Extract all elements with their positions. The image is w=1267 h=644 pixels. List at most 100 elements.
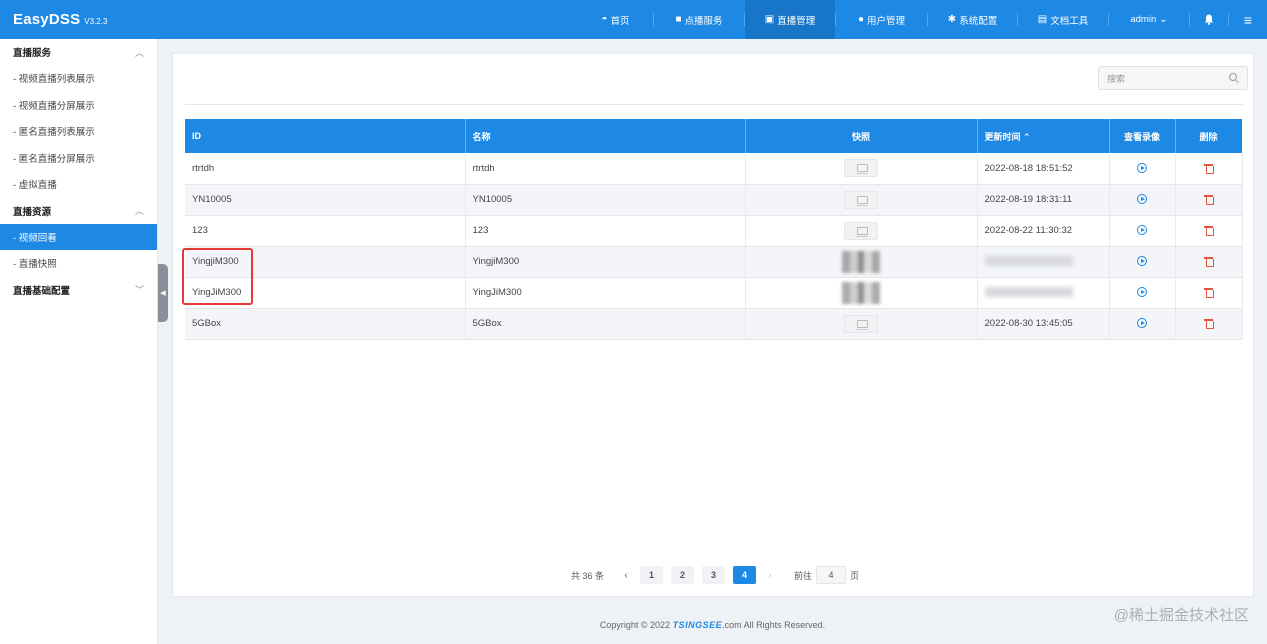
book-icon: ▤ [1037,13,1048,25]
cell-name: 5GBox [465,308,746,340]
content-card: 搜索 ID 名称 快照 更新时间 ⌃ 查看录像 删除 rtrtdh rtrtdh… [172,53,1254,597]
nav-docs[interactable]: ▤ 文档工具 [1018,0,1108,39]
sidebar-item-live-split[interactable]: - 视频直播分屏展示 [0,92,157,119]
table-row: 123 123 2022-08-22 11:30:32 [185,215,1243,247]
goto-page-input[interactable]: 4 [816,566,847,584]
brand[interactable]: EasyDSS V3.2.3 [0,11,158,28]
cell-updated-blurred [984,287,1073,298]
admin-dropdown[interactable]: admin ⌄ [1109,0,1189,39]
nav-live-label: 直播管理 [777,15,816,27]
menu-button[interactable]: ≡ [1229,0,1267,39]
brand-version: V3.2.3 [84,17,108,26]
admin-label: admin [1130,14,1157,25]
cell-updated: 2022-08-18 18:51:52 [977,153,1110,185]
play-icon[interactable] [1137,318,1147,329]
sidebar-item-virtual-live[interactable]: - 虚拟直播 [0,171,157,198]
sort-asc-icon[interactable]: ⌃ [1023,132,1031,142]
video-camera-icon: ■ [675,13,682,25]
nav-users[interactable]: ● 用户管理 [836,0,927,39]
page-button-2[interactable]: 2 [671,566,695,584]
sidebar: 直播服务 ︿ - 视频直播列表展示 - 视频直播分屏展示 - 匿名直播列表展示 … [0,39,158,644]
sidebar-item-playback[interactable]: - 视频回看 [0,223,157,250]
sidebar-item-anon-split[interactable]: - 匿名直播分屏展示 [0,145,157,172]
dashboard-icon: ◓ [601,13,608,25]
cell-id: 123 [185,215,466,247]
play-icon[interactable] [1137,194,1147,205]
table-row: YingJiM300 YingJiM300 [185,277,1243,309]
main-nav: ◓ 首页 ■ 点播服务 ▣ 直播管理 ● 用户管理 ✱ 系统配置 ▤ 文档工具 [578,0,1267,39]
page-button-1[interactable]: 1 [640,566,664,584]
cell-id: 5GBox [185,308,466,340]
cell-updated: 2022-08-30 13:45:05 [977,308,1110,340]
sidebar-item-anon-list[interactable]: - 匿名直播列表展示 [0,118,157,145]
chevron-down-icon: ⌄ [1159,13,1168,25]
sidebar-group-base-config[interactable]: 直播基础配置 ﹀ [0,277,157,303]
caret-left-icon: ◀ [160,290,166,297]
trash-icon[interactable] [1204,256,1214,268]
sidebar-group-live-services[interactable]: 直播服务 ︿ [0,39,157,65]
table-row: 5GBox 5GBox 2022-08-30 13:45:05 [185,308,1243,340]
search-icon [1229,73,1239,83]
pagination: 共 36 条 ‹ 1 2 3 4 › 前往 4 页 [571,566,859,584]
table-row: rtrtdh rtrtdh 2022-08-18 18:51:52 [185,153,1243,185]
brand-name: EasyDSS [13,11,81,28]
search-placeholder: 搜索 [1107,73,1126,84]
cell-updated: 2022-08-22 11:30:32 [977,215,1110,247]
sidebar-collapse-handle[interactable]: ◀ [158,264,168,322]
sidebar-group-live-resources[interactable]: 直播资源 ︿ [0,198,157,224]
column-header-updated[interactable]: 更新时间 ⌃ [977,119,1110,153]
trash-icon[interactable] [1204,163,1214,175]
live-tv-icon: ▣ [764,13,775,25]
sidebar-group-label: 直播资源 [13,206,52,218]
pagination-total: 共 36 条 [571,570,605,581]
snapshot-thumbnail[interactable] [844,190,878,209]
table-header-row: ID 名称 快照 更新时间 ⌃ 查看录像 删除 [185,119,1243,153]
nav-home[interactable]: ◓ 首页 [578,0,653,39]
trash-icon[interactable] [1204,194,1214,206]
play-icon[interactable] [1137,256,1147,267]
nav-docs-label: 文档工具 [1050,15,1089,27]
nav-live[interactable]: ▣ 直播管理 [745,0,835,39]
nav-system[interactable]: ✱ 系统配置 [928,0,1017,39]
page-button-3[interactable]: 3 [702,566,726,584]
snapshot-thumbnail[interactable] [844,221,878,240]
footer-brand[interactable]: TSINGSEE [673,620,723,630]
nav-vod[interactable]: ■ 点播服务 [654,0,744,39]
search-input[interactable]: 搜索 [1098,66,1248,90]
trash-icon[interactable] [1204,287,1214,299]
trash-icon[interactable] [1204,225,1214,237]
play-icon[interactable] [1137,163,1147,174]
column-header-id[interactable]: ID [185,119,466,153]
next-page-button[interactable]: › [760,570,780,581]
prev-page-button[interactable]: ‹ [616,570,636,581]
chevron-up-icon: ︿ [134,206,144,216]
sidebar-item-snapshot[interactable]: - 直播快照 [0,250,157,277]
notification-button[interactable] [1190,0,1228,39]
nav-system-label: 系统配置 [959,15,998,27]
column-header-name[interactable]: 名称 [465,119,746,153]
play-icon[interactable] [1137,225,1147,236]
play-icon[interactable] [1137,287,1147,298]
chevron-down-icon: ﹀ [134,285,144,295]
cell-id: rtrtdh [185,153,466,185]
nav-vod-label: 点播服务 [684,15,723,27]
snapshot-thumbnail[interactable] [844,159,878,178]
divider [185,104,1243,105]
sidebar-group-label: 直播基础配置 [13,285,71,297]
column-header-view: 查看录像 [1109,119,1176,153]
cell-updated-blurred [984,256,1073,267]
snapshot-thumbnail-blurred[interactable] [842,281,880,304]
snapshot-thumbnail[interactable] [844,314,878,333]
sidebar-item-live-list[interactable]: - 视频直播列表展示 [0,65,157,92]
cell-name: YN10005 [465,184,746,216]
footer: Copyright © 2022 TSINGSEE.com All Rights… [158,620,1267,630]
snapshot-thumbnail-blurred[interactable] [842,250,880,273]
cell-name: rtrtdh [465,153,746,185]
playback-table: ID 名称 快照 更新时间 ⌃ 查看录像 删除 rtrtdh rtrtdh 20… [185,119,1243,340]
footer-prefix: Copyright © 2022 [599,620,673,630]
trash-icon[interactable] [1204,318,1214,330]
page-button-4[interactable]: 4 [733,566,757,584]
user-icon: ● [857,13,865,25]
table-row: YN10005 YN10005 2022-08-19 18:31:11 [185,184,1243,216]
cell-name: 123 [465,215,746,247]
